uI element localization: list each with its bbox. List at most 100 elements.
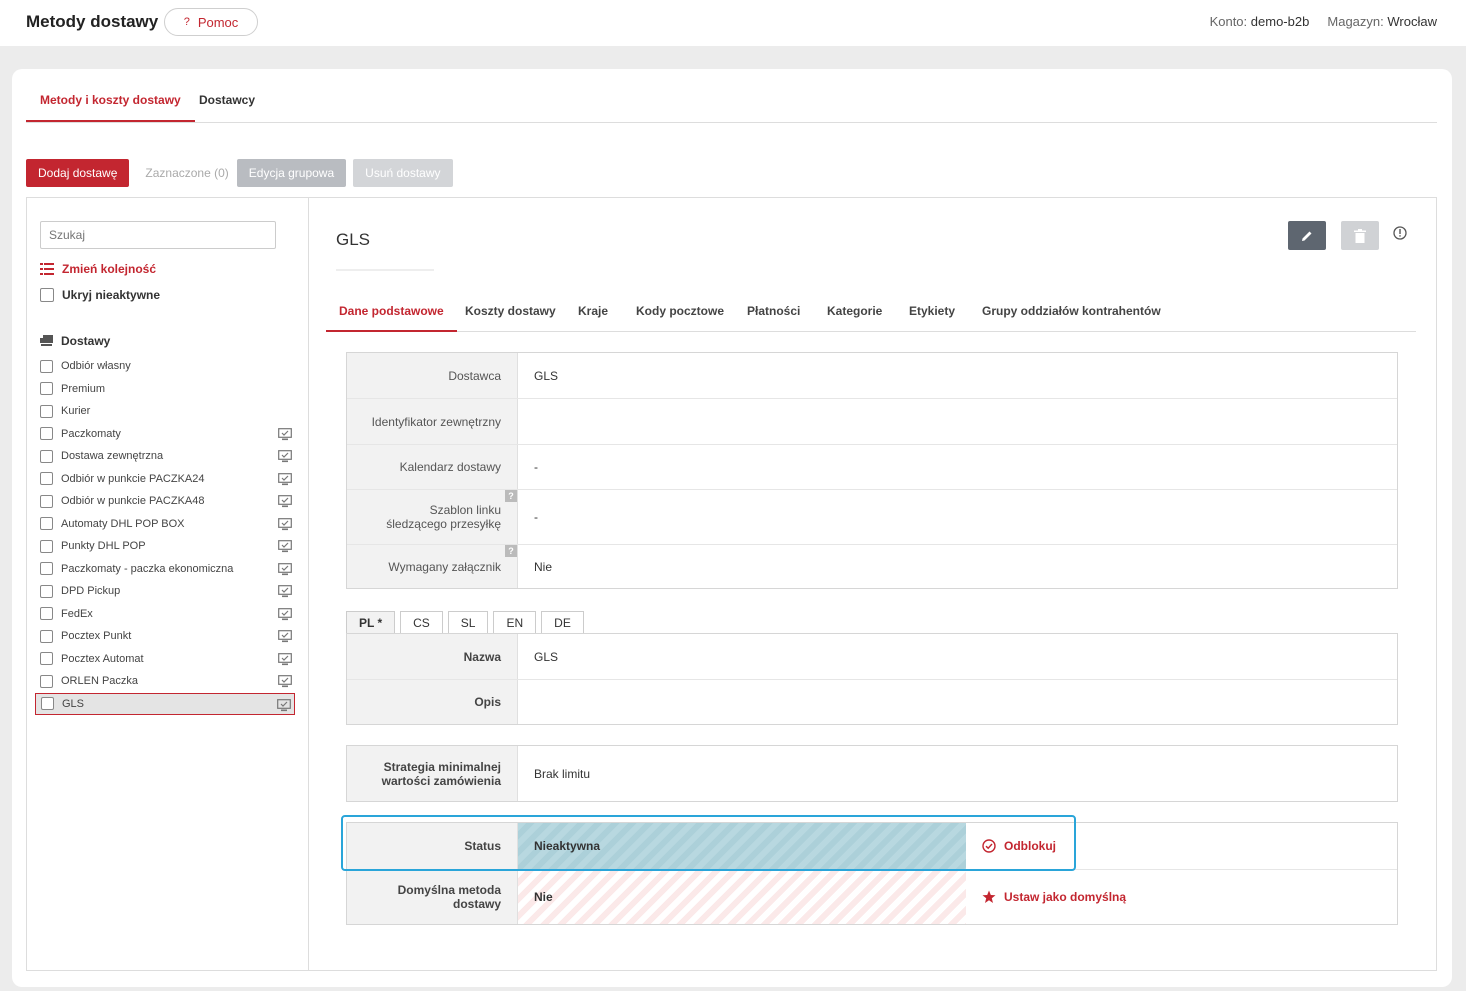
delivery-list-item[interactable]: Premium [35, 378, 295, 401]
tracking-value: - [534, 510, 538, 524]
edit-button[interactable] [1288, 221, 1326, 250]
description-row: Opis [347, 679, 1397, 724]
delete-deliveries-button[interactable]: Usuń dostawy [353, 159, 453, 187]
star-icon [982, 890, 996, 903]
attachment-help-icon[interactable]: ? [505, 545, 517, 557]
reorder-link[interactable]: Zmień kolejność [40, 262, 156, 276]
tab-suppliers[interactable]: Dostawcy [185, 80, 269, 122]
delivery-list-item[interactable]: DPD Pickup [35, 580, 295, 603]
tab-postal-codes[interactable]: Kody pocztowe [636, 291, 724, 332]
tab-delivery-costs[interactable]: Koszty dostawy [465, 291, 556, 332]
description-label: Opis [347, 680, 518, 724]
delivery-item-label: Dostawa zewnętrzna [61, 450, 164, 463]
lang-tab-sl[interactable]: SL [447, 611, 489, 633]
help-button[interactable]: ? Pomoc [164, 8, 258, 36]
monitor-check-icon [278, 562, 292, 575]
delivery-list-item[interactable]: GLS [35, 692, 295, 715]
top-bar: Metody dostawy ? Pomoc Konto: demo-b2b M… [0, 0, 1466, 46]
delivery-list-item[interactable]: Odbiór w punkcie PACZKA24 [35, 468, 295, 491]
tab-payments[interactable]: Płatności [747, 291, 800, 332]
tab-delivery-methods[interactable]: Metody i koszty dostawy [26, 80, 195, 122]
help-label: Pomoc [197, 14, 239, 30]
tab-categories[interactable]: Kategorie [827, 291, 882, 332]
name-row: Nazwa GLS [347, 634, 1397, 679]
lang-tab-de[interactable]: DE [541, 611, 584, 633]
info-icon[interactable] [1392, 225, 1408, 241]
add-delivery-button[interactable]: Dodaj dostawę [26, 159, 130, 187]
selected-count: Zaznaczone (0) [145, 166, 229, 180]
delivery-checkbox[interactable] [40, 629, 53, 643]
delivery-list-item[interactable]: Paczkomaty - paczka ekonomiczna [35, 558, 295, 581]
delivery-list-item[interactable]: Pocztex Automat [35, 648, 295, 671]
pencil-icon [1302, 231, 1312, 241]
delivery-list-item[interactable]: Automaty DHL POP BOX [35, 513, 295, 536]
set-default-action[interactable]: Ustaw jako domyślną [966, 870, 1397, 924]
delivery-item-label: Paczkomaty [61, 427, 121, 440]
unlock-action[interactable]: Odblokuj [966, 823, 1397, 869]
delivery-list-item[interactable]: Odbiór własny [35, 355, 295, 378]
account-info: Konto: demo-b2b Magazyn: Wrocław [1209, 14, 1437, 29]
hide-inactive-toggle[interactable]: Ukryj nieaktywne [40, 288, 160, 302]
delivery-item-label: Premium [61, 382, 106, 395]
delivery-checkbox[interactable] [40, 427, 53, 441]
delivery-checkbox[interactable] [40, 517, 53, 531]
delivery-list-item[interactable]: Dostawa zewnętrzna [35, 445, 295, 468]
delivery-checkbox[interactable] [40, 382, 53, 396]
detail-tabs: Dane podstawowe Koszty dostawy Kraje Kod… [326, 291, 1416, 332]
delivery-checkbox[interactable] [40, 472, 53, 486]
hide-inactive-checkbox[interactable] [40, 288, 54, 302]
delivery-checkbox[interactable] [40, 562, 53, 576]
tracking-row: Szablon linku śledzącego przesyłkę ? - [347, 489, 1397, 544]
supplier-value: GLS [534, 368, 559, 383]
lang-tab-en[interactable]: EN [493, 611, 537, 633]
delivery-checkbox[interactable] [40, 652, 53, 666]
supplier-label: Dostawca [347, 353, 518, 398]
tab-countries[interactable]: Kraje [578, 291, 608, 332]
delivery-list-item[interactable]: Punkty DHL POP [35, 535, 295, 558]
help-icon: ? [183, 16, 190, 28]
delivery-checkbox[interactable] [40, 359, 53, 373]
delivery-checkbox[interactable] [40, 404, 53, 418]
detail-title: GLS [336, 230, 371, 249]
delivery-item-label: Odbiór w punkcie PACZKA24 [61, 472, 205, 485]
delivery-checkbox[interactable] [40, 449, 53, 463]
lang-tab-cs[interactable]: CS [400, 611, 443, 633]
delivery-list-item[interactable]: Pocztex Punkt [35, 625, 295, 648]
tab-branch-groups[interactable]: Grupy oddziałów kontrahentów [982, 291, 1161, 332]
delivery-checkbox[interactable] [40, 674, 53, 688]
main-tabs: Metody i koszty dostawy Dostawcy [26, 80, 1437, 123]
delivery-list-item[interactable]: Paczkomaty [35, 423, 295, 446]
tracking-help-icon[interactable]: ? [505, 490, 517, 502]
delivery-checkbox[interactable] [41, 697, 54, 711]
delivery-checkbox[interactable] [40, 494, 53, 508]
warehouse-value: Wrocław [1387, 14, 1437, 29]
delivery-list-item[interactable]: ORLEN Paczka [35, 670, 295, 693]
monitor-check-icon [278, 495, 292, 508]
delete-button[interactable] [1341, 221, 1379, 250]
sidebar: Zmień kolejność Ukryj nieaktywne Dostawy… [27, 198, 309, 970]
page-title: Metody dostawy [26, 12, 159, 31]
min-order-row: Strategia minimalnej wartości zamówienia… [347, 746, 1397, 801]
tab-basic-data[interactable]: Dane podstawowe [326, 291, 457, 332]
lang-tab-pl[interactable]: PL * [346, 611, 396, 633]
group-edit-button[interactable]: Edycja grupowa [236, 159, 347, 187]
delivery-checkbox[interactable] [40, 607, 53, 621]
delivery-list-item[interactable]: Odbiór w punkcie PACZKA48 [35, 490, 295, 513]
tab-labels[interactable]: Etykiety [909, 291, 955, 332]
check-circle-icon [982, 839, 996, 853]
delivery-checkbox[interactable] [40, 584, 53, 598]
delivery-list-item[interactable]: FedEx [35, 603, 295, 626]
monitor-check-icon [278, 540, 292, 553]
calendar-value: - [534, 460, 538, 474]
delivery-checkbox[interactable] [40, 539, 53, 553]
external-id-row: Identyfikator zewnętrzny [347, 398, 1397, 444]
external-id-label: Identyfikator zewnętrzny [347, 399, 518, 444]
action-bar: Dodaj dostawę Zaznaczone (0) Edycja grup… [26, 159, 453, 187]
monitor-check-icon [278, 427, 292, 440]
external-id-value [518, 399, 1397, 444]
search-input[interactable] [40, 221, 276, 249]
monitor-check-icon [278, 472, 292, 485]
supplier-row: Dostawca GLS [347, 353, 1397, 398]
delivery-list-item[interactable]: Kurier [35, 400, 295, 423]
default-method-label: Domyślna metoda dostawy [347, 870, 518, 924]
